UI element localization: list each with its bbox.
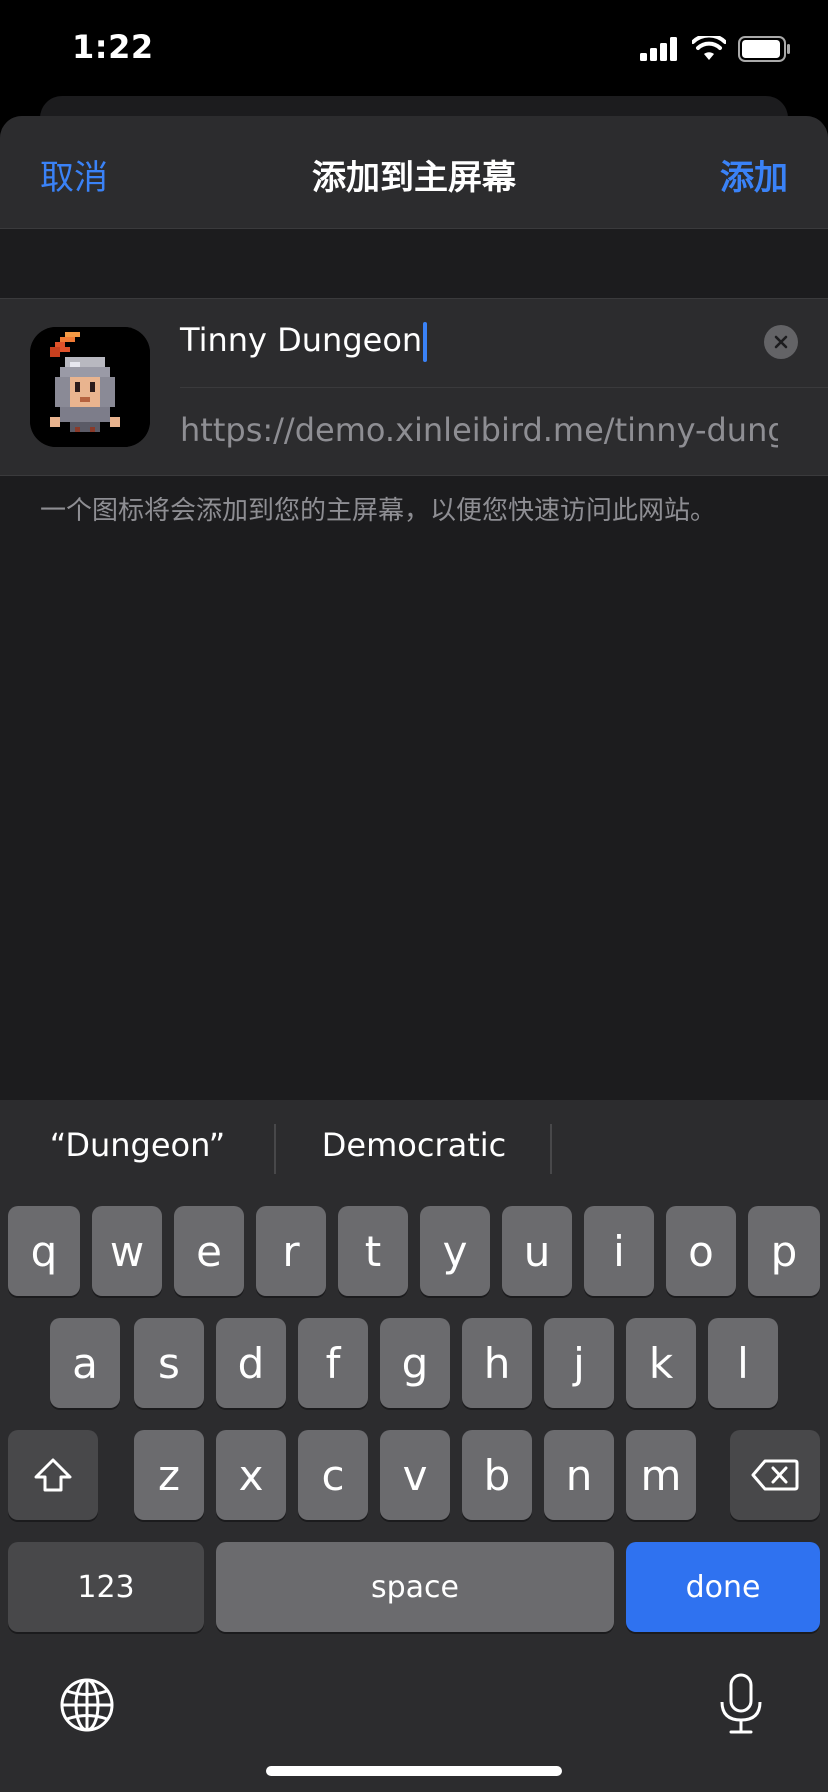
space-key[interactable]: space — [216, 1542, 614, 1632]
key-x[interactable]: x — [216, 1430, 286, 1520]
key-k[interactable]: k — [626, 1318, 696, 1408]
key-d[interactable]: d — [216, 1318, 286, 1408]
microphone-icon[interactable] — [716, 1672, 766, 1736]
key-s[interactable]: s — [134, 1318, 204, 1408]
home-indicator[interactable] — [266, 1766, 562, 1776]
key-p[interactable]: p — [748, 1206, 820, 1296]
suggestion-2[interactable]: Democratic — [290, 1126, 538, 1164]
key-w[interactable]: w — [92, 1206, 162, 1296]
status-icons — [640, 36, 792, 62]
app-icon — [30, 327, 150, 447]
bookmark-card: Tinny Dungeon https://demo.xinleibird.me… — [0, 298, 828, 476]
help-text: 一个图标将会添加到您的主屏幕，以便您快速访问此网站。 — [40, 496, 717, 526]
key-r[interactable]: r — [256, 1206, 326, 1296]
battery-icon — [738, 36, 790, 62]
key-c[interactable]: c — [298, 1430, 368, 1520]
key-b[interactable]: b — [462, 1430, 532, 1520]
suggestion-bar: “Dungeon” Democratic — [0, 1100, 828, 1200]
key-g[interactable]: g — [380, 1318, 450, 1408]
knight-pixel-art-icon — [30, 327, 150, 447]
suggestion-separator — [550, 1124, 552, 1174]
backspace-icon — [751, 1459, 799, 1491]
add-button[interactable]: 添加 — [720, 150, 788, 199]
key-m[interactable]: m — [626, 1430, 696, 1520]
sheet-nav-bar: 取消 添加到主屏幕 添加 — [0, 116, 828, 229]
key-t[interactable]: t — [338, 1206, 408, 1296]
status-time: 1:22 — [72, 28, 154, 66]
suggestion-1[interactable]: “Dungeon” — [40, 1126, 235, 1164]
bookmark-name-text: Tinny Dungeon — [180, 321, 423, 359]
wifi-icon — [692, 36, 726, 60]
key-j[interactable]: j — [544, 1318, 614, 1408]
key-a[interactable]: a — [50, 1318, 120, 1408]
key-l[interactable]: l — [708, 1318, 778, 1408]
section-gap — [0, 229, 828, 299]
key-f[interactable]: f — [298, 1318, 368, 1408]
clear-text-button[interactable] — [764, 325, 798, 359]
key-e[interactable]: e — [174, 1206, 244, 1296]
numbers-key[interactable]: 123 — [8, 1542, 204, 1632]
done-key[interactable]: done — [626, 1542, 820, 1632]
text-caret — [423, 322, 428, 362]
screen: 1:22 取消 添加到主屏幕 添加 Tinny Dungeon https://… — [0, 0, 828, 1792]
close-icon — [774, 335, 788, 349]
field-divider — [180, 387, 828, 388]
suggestion-separator — [274, 1124, 276, 1174]
shift-icon — [34, 1458, 72, 1492]
sheet-title: 添加到主屏幕 — [312, 158, 516, 198]
key-o[interactable]: o — [666, 1206, 736, 1296]
key-z[interactable]: z — [134, 1430, 204, 1520]
key-h[interactable]: h — [462, 1318, 532, 1408]
globe-icon[interactable] — [58, 1676, 116, 1734]
bookmark-url: https://demo.xinleibird.me/tinny-dung... — [180, 411, 778, 449]
key-n[interactable]: n — [544, 1430, 614, 1520]
key-u[interactable]: u — [502, 1206, 572, 1296]
key-q[interactable]: q — [8, 1206, 80, 1296]
key-y[interactable]: y — [420, 1206, 490, 1296]
delete-key[interactable] — [730, 1430, 820, 1520]
cellular-signal-icon — [640, 37, 677, 61]
bookmark-name-input[interactable]: Tinny Dungeon — [180, 321, 428, 362]
key-i[interactable]: i — [584, 1206, 654, 1296]
key-v[interactable]: v — [380, 1430, 450, 1520]
shift-key[interactable] — [8, 1430, 98, 1520]
keyboard: “Dungeon” Democratic q w e r t y u i o p… — [0, 1100, 828, 1792]
